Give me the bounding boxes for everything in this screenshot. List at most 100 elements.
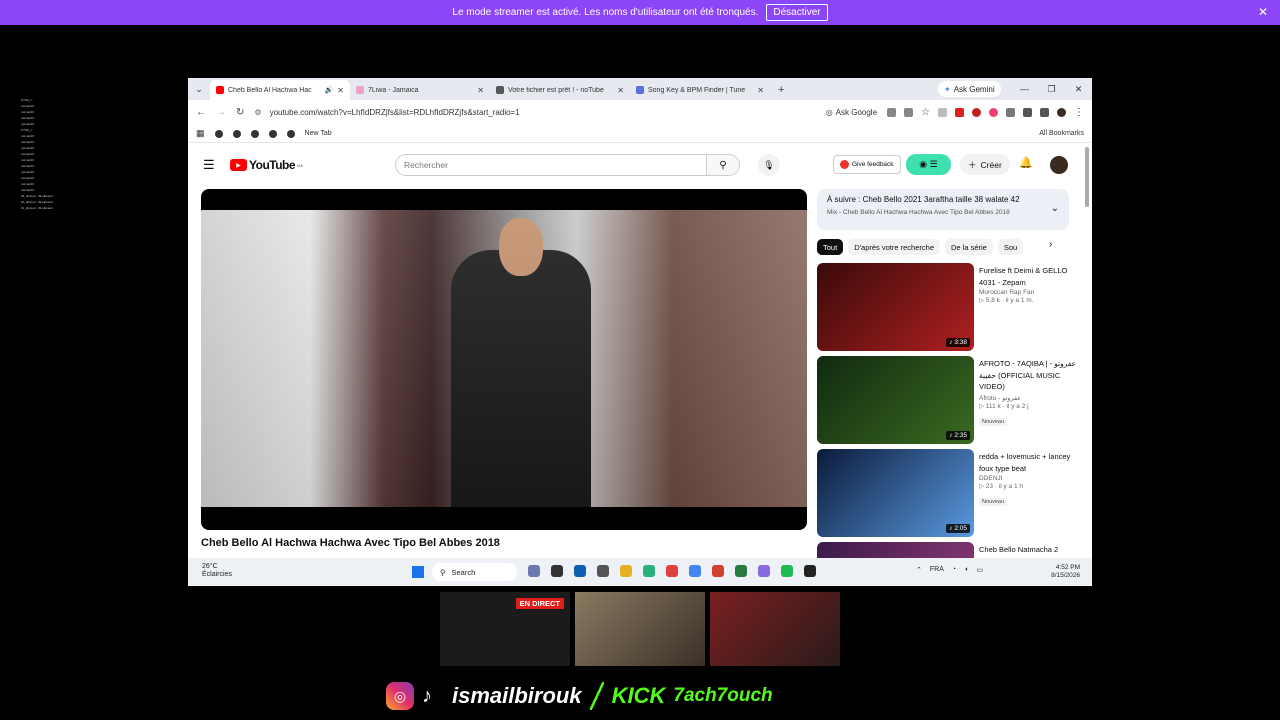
ask-google-button[interactable]: ◎ Ask Google [826,108,877,117]
search-input[interactable]: Rechercher [396,160,706,170]
taskbar-app-icon[interactable] [597,565,609,577]
notifications-bell-icon[interactable]: 🔔 [1019,156,1033,169]
more-menu-icon[interactable]: ⋮ [1074,107,1084,118]
tray-chevron-icon[interactable]: ⌃ [916,566,922,574]
forward-icon[interactable]: → [216,107,226,118]
taskbar-app-icon[interactable] [712,565,724,577]
red-extension-icon[interactable] [955,108,964,117]
taskbar-app-icon[interactable] [781,565,793,577]
taskbar-app-icon[interactable] [620,565,632,577]
video-thumbnail[interactable]: ♪ 2:05 [817,449,974,537]
chevron-down-icon[interactable]: ⌄ [1051,203,1059,214]
scrollbar[interactable] [1085,147,1089,207]
close-icon[interactable]: ✕ [1258,5,1268,19]
browser-tab[interactable]: Votre fichier est prêt ! - noTube ✕ [490,80,630,100]
filter-chip[interactable]: Sou [997,239,1024,255]
extension-menu-button[interactable]: ◉ ☰ [906,154,951,175]
channel-name[interactable]: Afroto - عفروتو [979,394,1079,402]
youtube-logo[interactable]: ▶ YouTube MA [230,158,303,172]
bookmark-icon[interactable] [268,129,277,138]
recommended-video[interactable]: ♪ 2:35 AFROTO - 7AQIBA | عفروتو - حقيبة (… [817,356,1087,444]
taskbar-app-icon[interactable] [689,565,701,577]
taskbar-app-icon[interactable] [666,565,678,577]
bookmark-icon[interactable] [214,129,223,138]
audio-icon[interactable]: 🔊 [325,86,334,94]
windows-start-icon[interactable] [412,566,424,578]
disable-streamer-mode-button[interactable]: Désactiver [766,4,828,21]
puzzle-icon[interactable] [1006,108,1015,117]
close-window-icon[interactable]: ✕ [1065,78,1092,100]
tab-search-icon[interactable]: ⌄ [188,78,210,100]
duration-badge: ♪ 3:38 [946,338,970,347]
translate-icon[interactable] [887,108,897,117]
record-extension-icon[interactable] [972,108,981,117]
clock[interactable]: 4:52 PM 8/15/2026 [1051,564,1080,580]
tab-close-icon[interactable]: ✕ [617,86,624,95]
tab-close-icon[interactable]: ✕ [757,86,764,95]
site-info-icon[interactable]: ⚙ [254,108,261,117]
avatar[interactable] [1050,156,1068,174]
all-bookmarks-button[interactable]: All Bookmarks [1039,130,1084,137]
volume-icon[interactable]: ◖ [964,566,968,574]
microphone-icon[interactable]: 🎙 [758,154,780,176]
tab-close-icon[interactable]: ✕ [477,86,484,95]
video-frame[interactable] [201,210,807,507]
browser-tab[interactable]: Song Key & BPM Finder | Tune ✕ [630,80,770,100]
recommended-title[interactable]: AFROTO - 7AQIBA | عفروتو - حقيبة (OFFICI… [979,358,1079,393]
filter-chip[interactable]: De la série [945,239,993,255]
ask-gemini-button[interactable]: ✦ Ask Gemini [938,81,1001,97]
battery-icon[interactable]: ▭ [976,566,983,574]
mail-extension-icon[interactable] [938,108,947,117]
recommended-video[interactable]: ♪ 3:38 Furelise ft Deimi & GELLO 4031 - Z… [817,263,1087,351]
tab-close-icon[interactable]: ✕ [337,86,344,95]
taskbar-app-icon[interactable] [758,565,770,577]
bookmark-new-tab[interactable]: New Tab [305,130,332,137]
taskbar-app-icon[interactable] [804,565,816,577]
download-icon[interactable] [1023,108,1032,117]
clock-date: 8/15/2026 [1051,572,1080,579]
bookmark-icon[interactable] [250,129,259,138]
channel-name[interactable]: DDENJI [979,475,1079,482]
weather-widget[interactable]: 26°C Éclaircies [202,563,232,579]
video-thumbnail[interactable]: ♪ 2:35 [817,356,974,444]
bookmark-icon[interactable] [286,129,295,138]
chevron-right-icon[interactable]: › [1049,239,1052,250]
new-tab-button[interactable]: + [770,80,792,100]
taskbar-app-icon[interactable] [528,565,540,577]
search-icon[interactable]: ⚲ [706,155,739,175]
bookmark-star-icon[interactable]: ☆ [921,107,930,118]
url-field[interactable]: ⚙ youtube.com/watch?v=LhfIdDRZjfs&list=R… [254,108,815,117]
apps-icon[interactable]: ▦ [196,128,205,139]
language-indicator[interactable]: FRA [930,566,944,574]
browser-tab[interactable]: 7Liwa - Jamaica ✕ [350,80,490,100]
taskbar-app-icon[interactable] [551,565,563,577]
hamburger-menu-icon[interactable]: ☰ [203,157,215,173]
recommended-video[interactable]: ♪ 2:05 redda + lovemusic + lancey foux ty… [817,449,1087,537]
pink-extension-icon[interactable] [989,108,998,117]
video-player[interactable] [201,189,807,530]
recommended-title[interactable]: Furelise ft Deimi & GELLO 4031 - Zepam [979,265,1079,288]
wifi-icon[interactable]: ◔ [952,566,956,574]
profile-icon[interactable] [1057,108,1066,117]
filter-chip[interactable]: D'après votre recherche [848,239,940,255]
taskbar-app-icon[interactable] [574,565,586,577]
recommended-title[interactable]: redda + lovemusic + lancey foux type bea… [979,451,1079,474]
minimize-icon[interactable]: — [1011,78,1038,100]
channel-name[interactable]: Moroccan Rap Fan [979,289,1079,296]
back-icon[interactable]: ← [196,107,206,118]
taskbar-search[interactable]: ⚲ Search [432,563,517,581]
taskbar-app-icon[interactable] [735,565,747,577]
give-feedback-button[interactable]: Give feedback [833,155,901,174]
video-thumbnail[interactable]: ♪ 3:38 [817,263,974,351]
reload-icon[interactable]: ↻ [236,107,244,118]
up-next-panel[interactable]: À suivre : Cheb Bello 2021 3araftha tail… [817,189,1069,230]
browser-tab[interactable]: Cheb Bello Al Hachwa Hac 🔊 ✕ [210,80,350,100]
bookmark-icon[interactable] [232,129,241,138]
install-icon[interactable] [904,108,914,117]
maximize-icon[interactable]: ❐ [1038,78,1065,100]
filter-chip[interactable]: Tout [817,239,844,255]
media-icon[interactable] [1040,108,1049,117]
create-button[interactable]: ＋ Créer [960,154,1010,175]
recommended-title[interactable]: Cheb Bello Natmacha 2 [979,544,1079,556]
taskbar-app-icon[interactable] [643,565,655,577]
